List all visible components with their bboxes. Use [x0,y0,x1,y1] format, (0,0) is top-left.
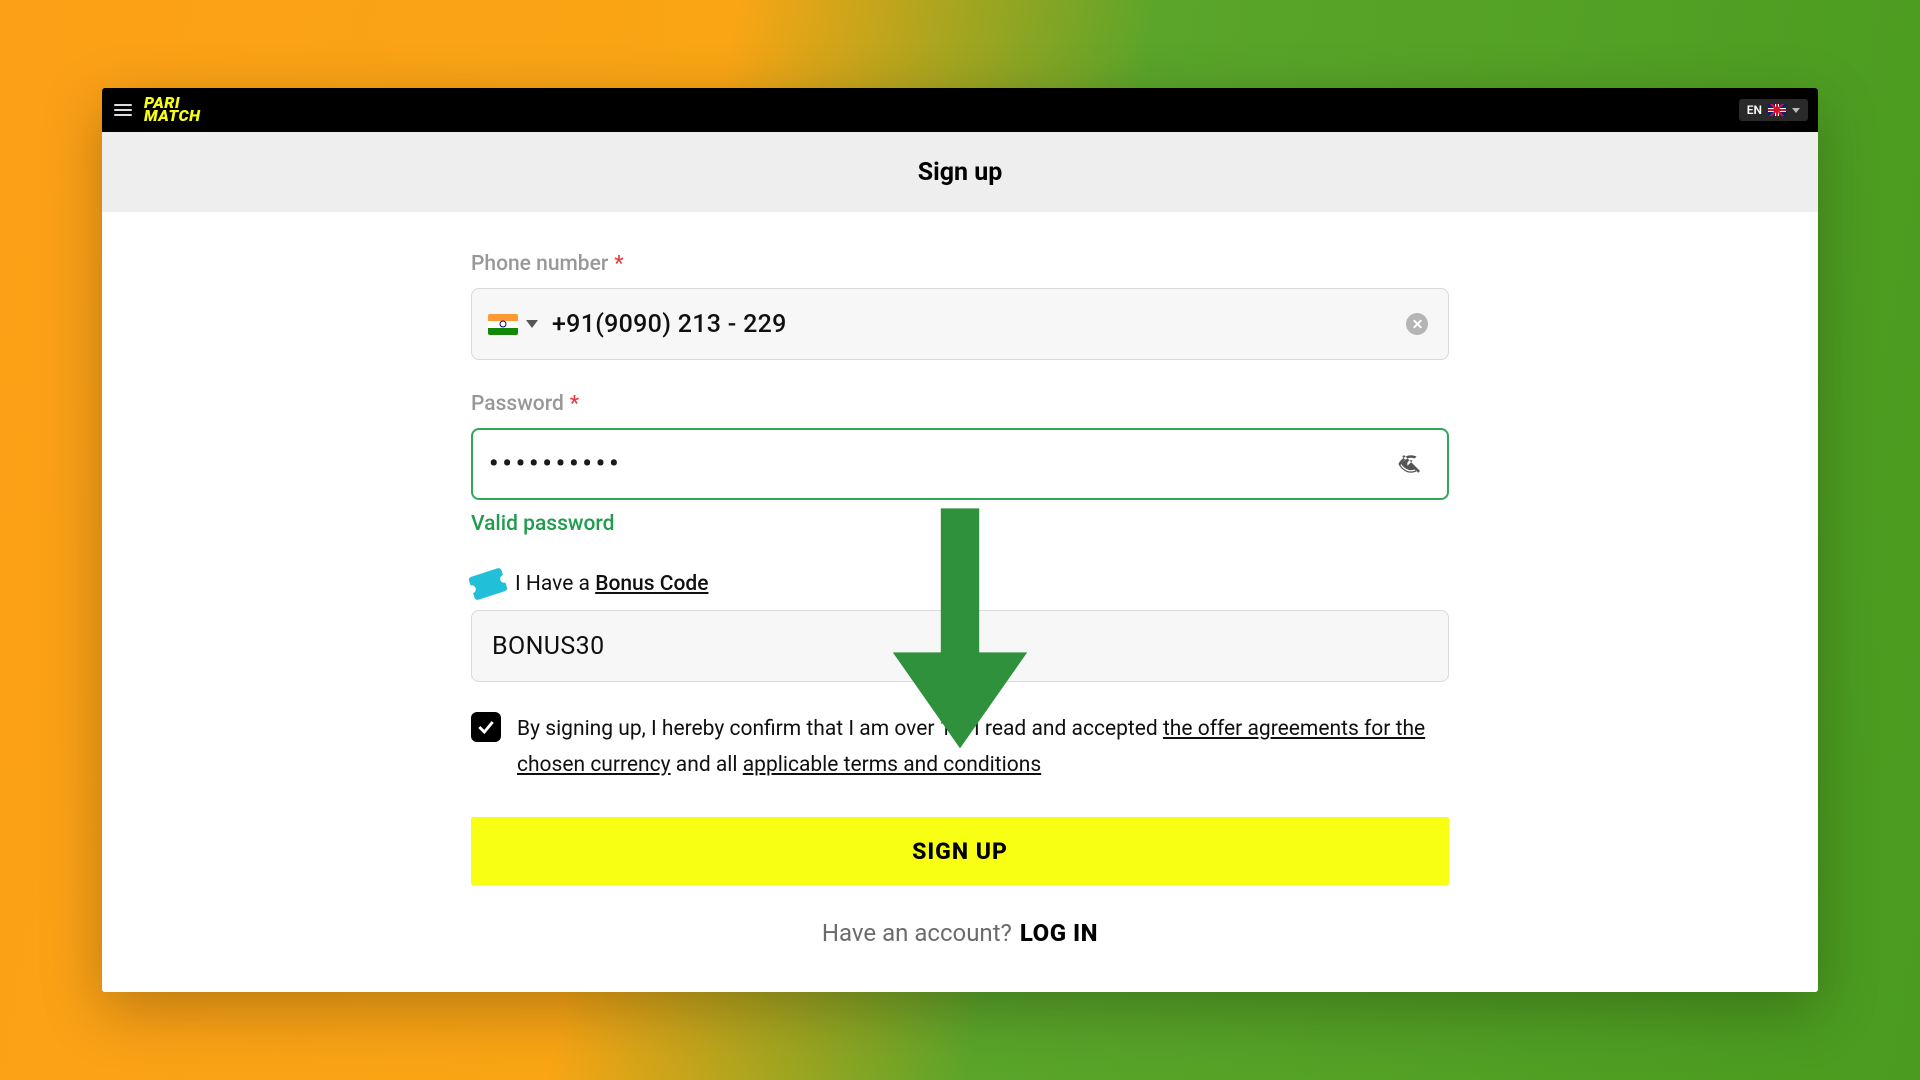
password-label-text: Password [471,392,564,416]
chevron-down-icon [526,320,538,328]
logo-line-2: MATCH [144,110,201,123]
signup-button-label: SIGN UP [912,838,1008,865]
password-input-row[interactable]: •••••••••• [471,428,1449,500]
signup-button[interactable]: SIGN UP [471,817,1449,885]
brand-logo[interactable]: PARI MATCH [144,97,201,123]
login-link[interactable]: LOG IN [1020,919,1098,947]
language-code: EN [1747,103,1762,117]
bonus-code-toggle[interactable]: I Have a Bonus Code [471,572,1449,596]
flag-india-icon [488,314,518,335]
bonus-prefix-text: I Have a [515,572,595,596]
terms-text: By signing up, I hereby confirm that I a… [517,712,1449,783]
page-title: Sign up [102,132,1818,212]
terms-checkbox[interactable] [471,712,501,742]
phone-label: Phone number* [471,252,1449,276]
bonus-code-value: BONUS30 [492,632,605,661]
required-asterisk: * [570,392,579,416]
password-label: Password* [471,392,1449,416]
bonus-code-input[interactable]: BONUS30 [471,610,1449,682]
terms-prefix: By signing up, I hereby confirm that I a… [517,717,1163,741]
phone-input[interactable]: +91(9090) 213 - 229 [552,310,1406,339]
terms-row: By signing up, I hereby confirm that I a… [471,712,1449,783]
chevron-down-icon [1792,108,1800,113]
login-row: Have an account? LOG IN [471,919,1449,947]
clear-input-icon[interactable] [1406,313,1428,335]
password-valid-msg: Valid password [471,512,1449,536]
app-window: PARI MATCH EN Sign up Phone number* +91(… [102,88,1818,992]
terms-conditions-link[interactable]: applicable terms and conditions [743,753,1041,777]
phone-input-row[interactable]: +91(9090) 213 - 229 [471,288,1449,360]
page-title-text: Sign up [918,158,1003,187]
flag-uk-icon [1768,104,1786,116]
menu-icon[interactable] [114,104,132,116]
login-prompt-text: Have an account? [822,919,1012,947]
terms-mid: and all [671,753,743,777]
ticket-icon [468,567,508,600]
top-bar-left: PARI MATCH [114,97,201,123]
country-code-selector[interactable] [488,314,538,335]
toggle-visibility-icon[interactable] [1395,448,1427,480]
language-selector[interactable]: EN [1739,99,1808,121]
top-bar: PARI MATCH EN [102,88,1818,132]
required-asterisk: * [614,252,623,276]
password-input[interactable]: •••••••••• [489,449,1395,479]
form-area: Phone number* +91(9090) 213 - 229 Passwo… [102,212,1818,992]
phone-label-text: Phone number [471,252,608,276]
bonus-code-link[interactable]: Bonus Code [595,572,708,596]
signup-form: Phone number* +91(9090) 213 - 229 Passwo… [471,252,1449,992]
